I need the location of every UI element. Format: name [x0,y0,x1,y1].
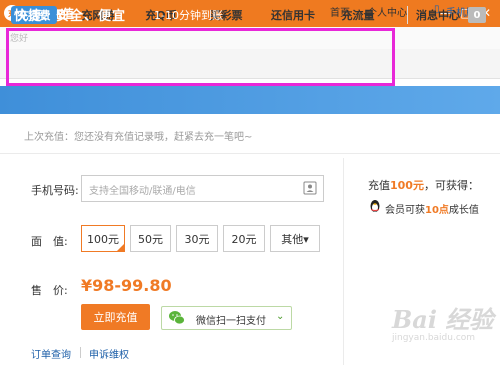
qq-penguin-icon [370,200,380,212]
amount-50-button[interactable]: 50元 [130,225,171,252]
recharge-now-button[interactable]: 立即充值 [81,304,150,330]
amount-30-button[interactable]: 30元 [176,225,218,252]
message-count-badge: 0 [468,7,486,23]
amount-label: 面 值: [31,235,68,248]
gain-summary: 充值100元，可获得： [368,179,479,192]
right-panel-divider [343,158,344,365]
promo-banner [0,86,500,114]
price-value: ¥98-99.80 [81,276,172,295]
chevron-down-icon: ⌄ [276,311,285,322]
complaint-link[interactable]: 申诉维权 [89,346,129,361]
link-divider [80,347,81,358]
amount-20-button[interactable]: 20元 [223,225,265,252]
wechat-icon [169,311,185,325]
phone-placeholder: 支持全国移动/联通/电信 [89,186,196,197]
price-label: 售 价: [31,284,68,297]
order-query-link[interactable]: 订单查询 [31,346,71,361]
phone-label: 手机号码: [31,184,79,197]
tab-credit-card[interactable]: 还信用卡 [268,6,318,24]
amount-other-dropdown[interactable]: 其他▾ [270,225,320,252]
last-recharge-info: 上次充值：您还没有充值记录哦，赶紧去充一笔吧~ [24,132,253,143]
watermark-url: jingyan.baidu.com [392,333,476,343]
highlight-box [6,28,395,86]
banner-subtitle: 1-10分钟到账 [154,9,223,22]
nav-divider [407,6,408,24]
message-center-link[interactable]: 消息中心 [415,6,461,24]
baidu-watermark: Bai 经验 [392,305,494,334]
tab-data[interactable]: 充流量 [338,6,378,24]
banner-slogan: 快捷、安全、便宜 [14,9,127,24]
section-divider [0,153,500,154]
amount-100-button[interactable]: 100元 [81,225,125,252]
wechat-pay-label: 微信扫一扫支付 [196,316,266,327]
contact-book-icon[interactable] [303,181,317,195]
member-growth-info: 会员可获10点成长值 [385,205,479,216]
